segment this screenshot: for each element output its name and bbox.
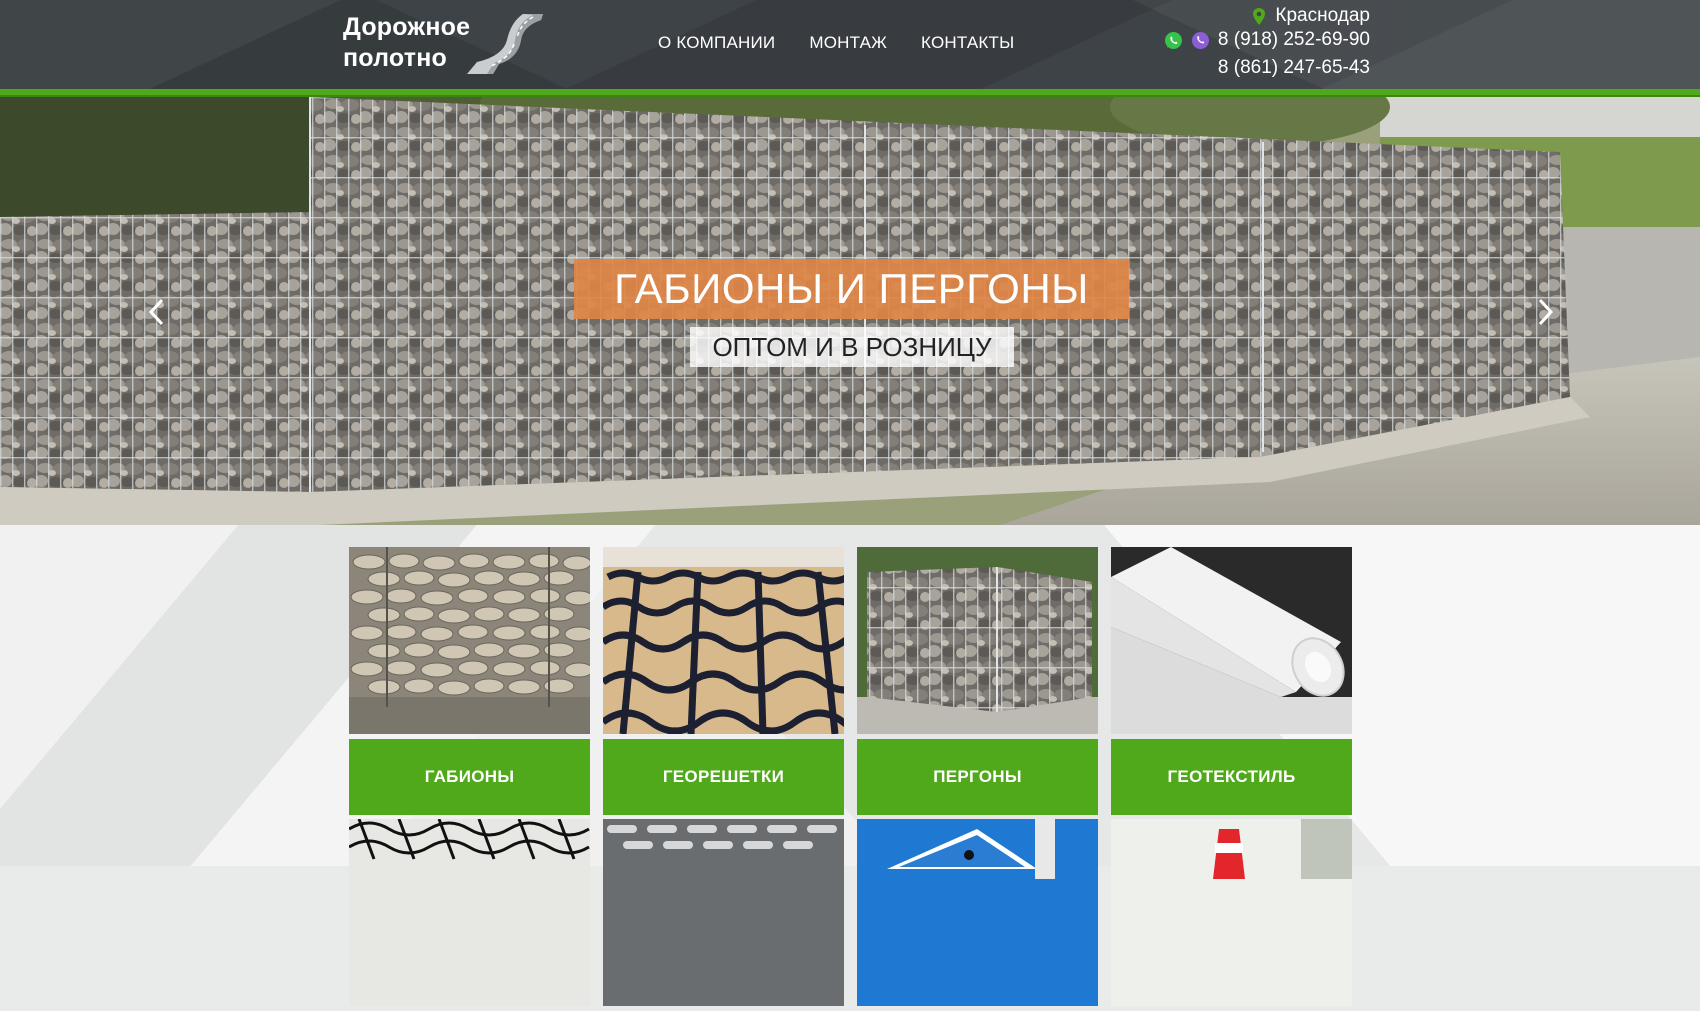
nav-link-contacts[interactable]: КОНТАКТЫ: [921, 33, 1014, 53]
product-card-row2-4[interactable]: [1111, 819, 1352, 1011]
logo-line-2: полотно: [343, 44, 447, 72]
product-card-row2-2[interactable]: [603, 819, 844, 1011]
city-name: Краснодар: [1275, 5, 1370, 26]
site-header: Дорожное полотно О КОМПАНИИ МОНТАЖ КОНТА…: [0, 0, 1700, 89]
phone-primary-number: 8 (918) 252-69-90: [1217, 29, 1370, 50]
map-pin-icon: [1253, 7, 1266, 25]
slide-title: ГАБИОНЫ И ПЕРГОНЫ: [574, 259, 1129, 319]
product-card-row2-1[interactable]: [348, 818, 590, 1011]
phone-primary[interactable]: 8 (918) 252-69-90: [1164, 29, 1370, 51]
nav-link-about[interactable]: О КОМПАНИИ: [658, 33, 775, 53]
product-label-gabions: ГАБИОНЫ: [349, 739, 590, 815]
products-grid: ГАБИОНЫ ГЕОРЕШЕТКИ ПЕРГОНЫ ГЕОТЕКСТИЛЬ: [348, 547, 1353, 1006]
logo-text: Дорожное полотно: [343, 12, 470, 74]
traffic-cone-image: [1111, 819, 1352, 1006]
slide-subtitle: ОПТОМ И В РОЗНИЦУ: [690, 327, 1014, 367]
header-accent-line: [0, 89, 1700, 97]
city: Краснодар: [1253, 5, 1370, 27]
slider-next-arrow-icon[interactable]: [1530, 292, 1560, 332]
whatsapp-icon[interactable]: [1164, 31, 1183, 50]
gabions-image: [349, 547, 594, 734]
geogrids-image: [600, 547, 894, 735]
logo-line-1: Дорожное: [343, 13, 471, 41]
product-label-pergons: ПЕРГОНЫ: [857, 739, 1098, 815]
logo[interactable]: Дорожное полотно: [343, 12, 543, 76]
geotextile-image: [1111, 547, 1352, 734]
phone-secondary[interactable]: 8 (861) 247-65-43: [1218, 57, 1370, 79]
product-card-geotextile[interactable]: ГЕОТЕКСТИЛЬ: [1111, 547, 1352, 815]
black-netting-image: [348, 818, 590, 1006]
road-logo-icon: [467, 14, 543, 74]
product-card-geogrids[interactable]: ГЕОРЕШЕТКИ: [600, 547, 894, 815]
product-card-gabions[interactable]: ГАБИОНЫ: [349, 547, 594, 815]
viber-icon[interactable]: [1191, 31, 1210, 50]
pergons-image: [857, 547, 1098, 734]
product-card-pergons[interactable]: ПЕРГОНЫ: [857, 547, 1098, 815]
product-label-geogrids: ГЕОРЕШЕТКИ: [603, 739, 844, 815]
road-sign-image: [857, 819, 1098, 1006]
hero-slider: ГАБИОНЫ И ПЕРГОНЫ ОПТОМ И В РОЗНИЦУ: [0, 97, 1700, 525]
product-card-row2-3[interactable]: [857, 819, 1098, 1011]
slider-prev-arrow-icon[interactable]: [142, 292, 172, 332]
main-nav: О КОМПАНИИ МОНТАЖ КОНТАКТЫ: [658, 33, 1014, 53]
product-label-geotextile: ГЕОТЕКСТИЛЬ: [1111, 739, 1352, 815]
metal-grating-image: [603, 819, 844, 1006]
nav-link-installation[interactable]: МОНТАЖ: [809, 33, 887, 53]
